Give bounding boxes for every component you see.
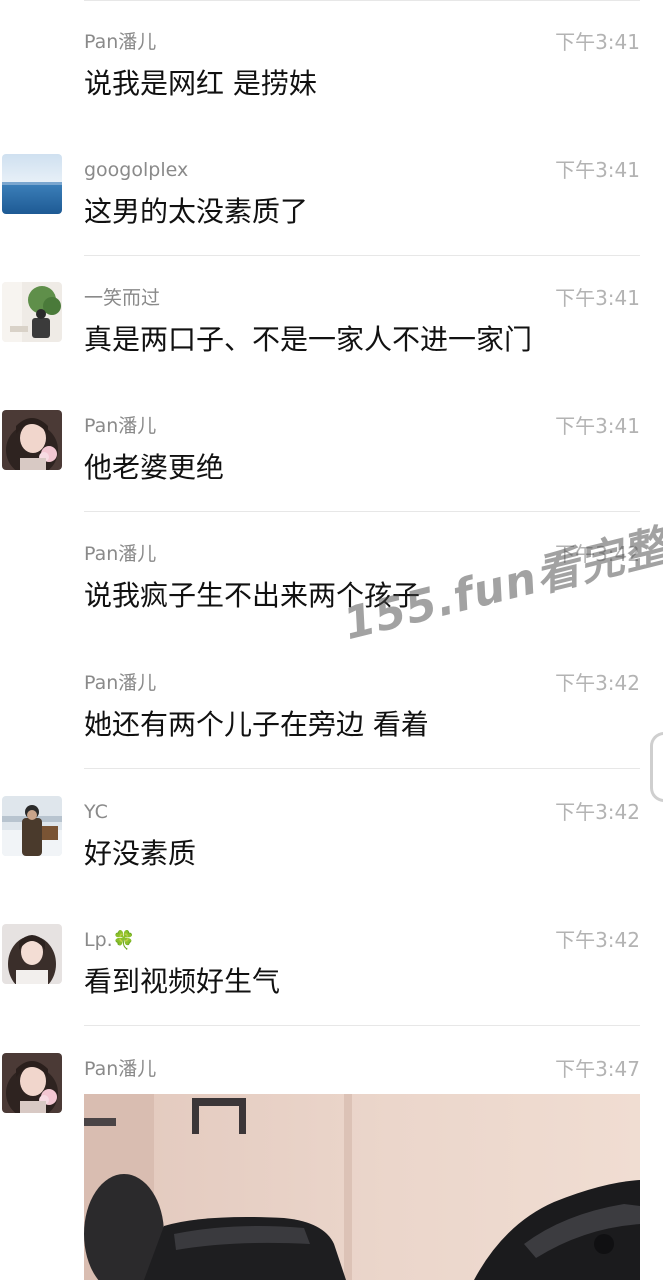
message-time: 下午3:42 bbox=[555, 800, 640, 824]
message-text[interactable]: 真是两口子、不是一家人不进一家门 bbox=[84, 320, 532, 360]
side-drag-handle[interactable] bbox=[650, 732, 663, 802]
chat-message[interactable]: googolplex 下午3:41 这男的太没素质了 bbox=[0, 128, 663, 256]
avatar-girl-flower[interactable] bbox=[2, 410, 62, 470]
sender-name[interactable]: Pan潘儿 bbox=[84, 414, 156, 438]
message-text[interactable]: 他老婆更绝 bbox=[84, 448, 224, 488]
message-time: 下午3:42 bbox=[555, 671, 640, 695]
message-divider bbox=[84, 768, 640, 769]
sender-name[interactable]: Pan潘儿 bbox=[84, 542, 156, 566]
message-time: 下午3:41 bbox=[555, 414, 640, 438]
chat-message[interactable]: Pan潘儿 下午3:42 她还有两个儿子在旁边 看着 bbox=[0, 641, 663, 769]
sender-name[interactable]: Pan潘儿 bbox=[84, 671, 156, 695]
sender-name[interactable]: 一笑而过 bbox=[84, 286, 160, 310]
sender-name[interactable]: Pan潘儿 bbox=[84, 30, 156, 54]
sender-label: Lp. bbox=[84, 929, 113, 951]
chat-message[interactable]: Lp.🍀 下午3:42 看到视频好生气 bbox=[0, 898, 663, 1026]
avatar-girl-portrait[interactable] bbox=[2, 924, 62, 984]
chat-message[interactable]: Pan潘儿 下午3:41 说我是网红 是捞妹 bbox=[0, 0, 663, 128]
sender-name[interactable]: YC bbox=[84, 800, 108, 824]
avatar-man-snow[interactable] bbox=[2, 796, 62, 856]
avatar-cafe[interactable] bbox=[2, 282, 62, 342]
sender-name[interactable]: googolplex bbox=[84, 158, 188, 182]
message-text[interactable]: 她还有两个儿子在旁边 看着 bbox=[84, 705, 429, 745]
message-time: 下午3:47 bbox=[555, 1057, 640, 1081]
message-time: 下午3:41 bbox=[555, 30, 640, 54]
chat-message[interactable]: Pan潘儿 下午3:41 他老婆更绝 bbox=[0, 384, 663, 512]
avatar-girl-flower[interactable] bbox=[2, 1053, 62, 1113]
chat-message[interactable]: YC 下午3:42 好没素质 bbox=[0, 770, 663, 898]
sender-name[interactable]: Pan潘儿 bbox=[84, 1057, 156, 1081]
message-divider bbox=[84, 1025, 640, 1026]
sender-name[interactable]: Lp.🍀 bbox=[84, 928, 135, 953]
clover-icon: 🍀 bbox=[112, 930, 136, 951]
message-time: 下午3:41 bbox=[555, 158, 640, 182]
message-text[interactable]: 看到视频好生气 bbox=[84, 962, 280, 1002]
image-attachment[interactable] bbox=[84, 1094, 640, 1280]
chat-message[interactable]: 一笑而过 下午3:41 真是两口子、不是一家人不进一家门 bbox=[0, 256, 663, 384]
message-time: 下午3:42 bbox=[555, 928, 640, 952]
message-text[interactable]: 说我是网红 是捞妹 bbox=[84, 64, 317, 104]
chat-screen: Pan潘儿 下午3:41 说我是网红 是捞妹 googolplex 下午3:41… bbox=[0, 0, 663, 1280]
message-text[interactable]: 这男的太没素质了 bbox=[84, 192, 308, 232]
avatar-sea[interactable] bbox=[2, 154, 62, 214]
message-time: 下午3:41 bbox=[555, 286, 640, 310]
message-text[interactable]: 好没素质 bbox=[84, 834, 196, 874]
